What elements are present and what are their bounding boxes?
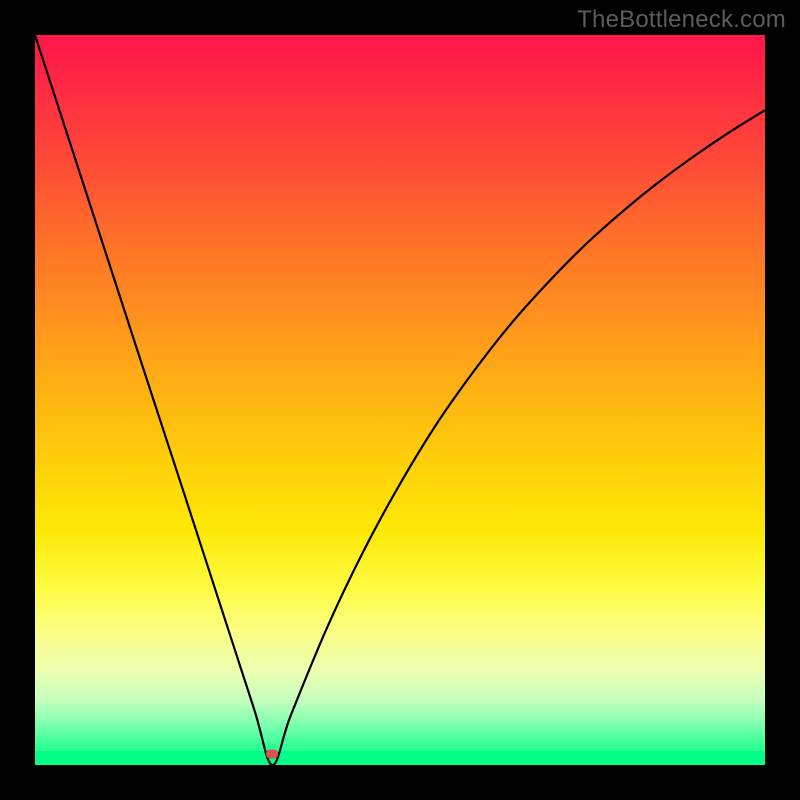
watermark-text: TheBottleneck.com — [577, 6, 786, 34]
plot-area — [35, 35, 765, 765]
minimum-marker-icon — [266, 750, 278, 759]
curve-path — [35, 35, 765, 765]
bottleneck-curve — [35, 35, 765, 765]
chart-frame: TheBottleneck.com — [0, 0, 800, 800]
